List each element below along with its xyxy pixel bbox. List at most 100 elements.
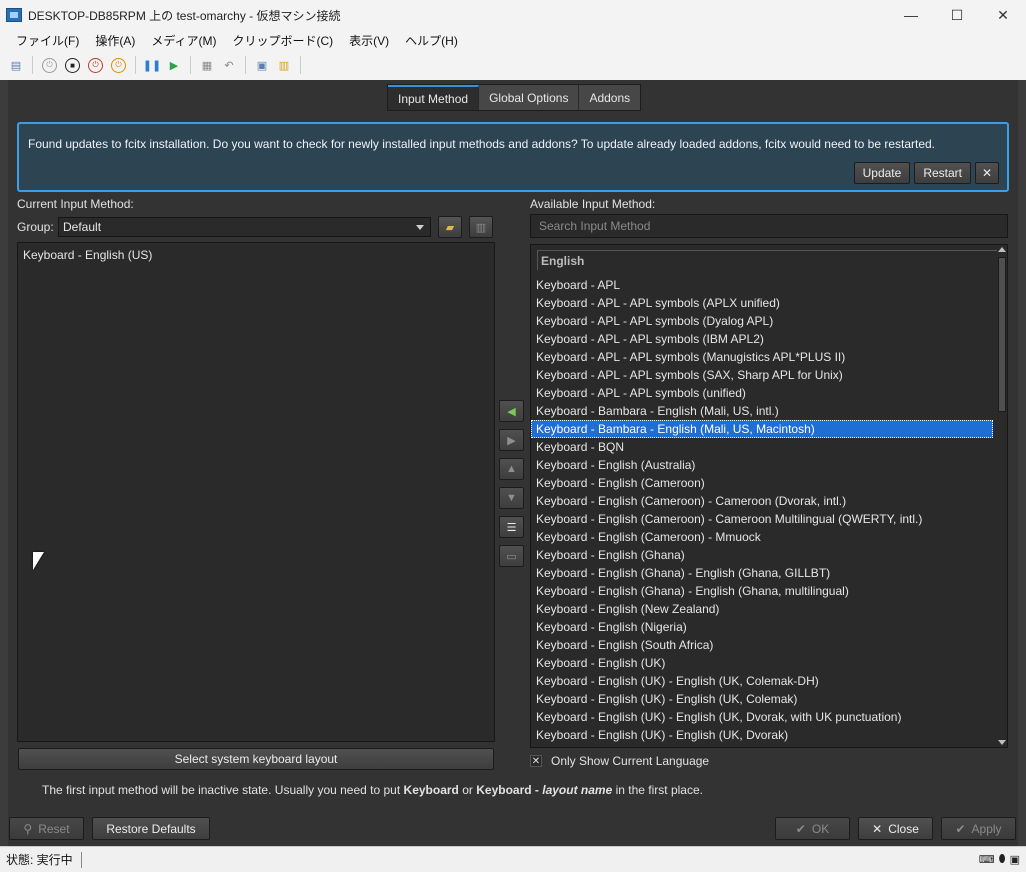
reset-button[interactable]: ⚲ Reset	[9, 817, 84, 840]
list-item[interactable]: Keyboard - English (Cameroon) - Cameroon…	[531, 510, 993, 528]
select-keyboard-layout-button[interactable]: Select system keyboard layout	[18, 748, 494, 770]
ctrl-alt-del-icon[interactable]: ▤	[7, 56, 25, 74]
list-item[interactable]: Keyboard - English (New Zealand)	[531, 600, 993, 618]
tab-global-options[interactable]: Global Options	[479, 85, 580, 110]
trash-icon: ▥	[475, 221, 487, 234]
maximize-button[interactable]: ☐	[934, 0, 980, 30]
add-group-button[interactable]: ▰	[438, 216, 462, 238]
group-select-value: Default	[63, 220, 102, 234]
update-button[interactable]: Update	[853, 162, 911, 184]
enhanced-session-icon[interactable]: ▣	[253, 56, 271, 74]
note-bold: Keyboard -	[476, 783, 543, 797]
close-window-button[interactable]: ✕	[980, 0, 1026, 30]
share-icon[interactable]: ▥	[275, 56, 293, 74]
list-item[interactable]: Keyboard - APL - APL symbols (SAX, Sharp…	[531, 366, 993, 384]
only-current-language-label[interactable]: Only Show Current Language	[551, 754, 709, 768]
list-item[interactable]: Keyboard - English (UK)	[531, 654, 993, 672]
move-down-button[interactable]: ▼	[499, 487, 524, 509]
start-icon[interactable]: ⏻	[42, 57, 57, 73]
close-icon: ✕	[872, 821, 883, 836]
pause-icon[interactable]: ❚❚	[143, 56, 161, 74]
status-text: 状態: 実行中	[6, 853, 73, 867]
note-italic: layout name	[542, 783, 613, 797]
list-item[interactable]: Keyboard - APL - APL symbols (Manugistic…	[531, 348, 993, 366]
add-im-button[interactable]: ◀	[499, 400, 524, 422]
mouse-icon: ⬮	[998, 853, 1006, 865]
list-item[interactable]: Keyboard - Bambara - English (Mali, US, …	[531, 402, 993, 420]
keyboard-layout-button[interactable]: ▭	[499, 545, 524, 567]
dismiss-banner-button[interactable]: ✕	[975, 162, 999, 184]
list-item[interactable]: Keyboard - English (Ghana) - English (Gh…	[531, 582, 993, 600]
note-text: in the first place.	[612, 783, 703, 797]
apply-label: Apply	[971, 821, 1002, 836]
list-item[interactable]: Keyboard - English (Cameroon) - Cameroon…	[531, 492, 993, 510]
save-state-icon[interactable]: ⏻	[111, 57, 126, 73]
revert-icon[interactable]: ↶	[220, 56, 238, 74]
move-up-button[interactable]: ▲	[499, 458, 524, 480]
shutdown-icon[interactable]: ⏻	[88, 57, 103, 73]
settings-list-icon: ☰	[506, 521, 517, 534]
available-im-list[interactable]: English Keyboard - APL Keyboard - APL - …	[530, 244, 1008, 748]
vertical-scrollbar[interactable]	[997, 245, 1007, 747]
list-item[interactable]: Keyboard - English (Australia)	[531, 456, 993, 474]
resume-icon[interactable]: ▶	[165, 56, 183, 74]
check-icon: ✔	[955, 821, 966, 836]
keyboard-icon: ▭	[506, 550, 517, 563]
list-item[interactable]: Keyboard - APL - APL symbols (unified)	[531, 384, 993, 402]
menu-clipboard[interactable]: クリップボード(C)	[224, 32, 341, 49]
dialog-button-bar: ⚲ Reset Restore Defaults ✔ OK ✕ Close ✔ Appl…	[8, 813, 1018, 846]
ok-button[interactable]: ✔ OK	[775, 817, 850, 840]
configure-im-button[interactable]: ☰	[499, 516, 524, 538]
note-text: or	[458, 783, 477, 797]
list-item[interactable]: Keyboard - English (Nigeria)	[531, 618, 993, 636]
list-item[interactable]: Keyboard - English (US)	[18, 243, 494, 267]
list-item-selected[interactable]: Keyboard - Bambara - English (Mali, US, …	[531, 420, 993, 438]
restore-defaults-button[interactable]: Restore Defaults	[92, 817, 210, 840]
apply-button[interactable]: ✔ Apply	[941, 817, 1016, 840]
list-item[interactable]: Keyboard - English (UK) - English (UK, C…	[531, 672, 993, 690]
current-im-list[interactable]: Keyboard - English (US)	[17, 242, 495, 742]
list-item[interactable]: Keyboard - English (Cameroon)	[531, 474, 993, 492]
list-item[interactable]: Keyboard - APL - APL symbols (IBM APL2)	[531, 330, 993, 348]
search-input[interactable]: Search Input Method	[530, 214, 1008, 238]
window-title: DESKTOP-DB85RPM 上の test-omarchy - 仮想マシン接…	[28, 8, 341, 23]
list-item[interactable]: Keyboard - English (UK) - English (UK, C…	[531, 690, 993, 708]
group-select[interactable]: Default	[58, 217, 431, 237]
chevron-down-icon	[416, 225, 424, 230]
menu-view[interactable]: 表示(V)	[341, 32, 397, 49]
list-item[interactable]: Keyboard - English (Ghana) - English (Gh…	[531, 564, 993, 582]
list-item[interactable]: Keyboard - APL	[531, 276, 993, 294]
mouse-cursor-icon	[33, 552, 44, 570]
menu-bar: ファイル(F) 操作(A) メディア(M) クリップボード(C) 表示(V) ヘ…	[0, 30, 1026, 50]
tab-bar: Input Method Global Options Addons	[387, 84, 642, 111]
list-item[interactable]: Keyboard - BQN	[531, 438, 993, 456]
turn-off-icon[interactable]: ■	[65, 57, 80, 73]
menu-help[interactable]: ヘルプ(H)	[397, 32, 466, 49]
menu-media[interactable]: メディア(M)	[143, 32, 224, 49]
list-item[interactable]: Keyboard - English (UK) - English (UK, D…	[531, 708, 993, 726]
list-item[interactable]: Keyboard - English (South Africa)	[531, 636, 993, 654]
category-header: English	[537, 250, 1003, 270]
list-item[interactable]: Keyboard - APL - APL symbols (Dyalog APL…	[531, 312, 993, 330]
scroll-up-icon[interactable]	[998, 247, 1006, 252]
list-item[interactable]: Keyboard - English (Ghana)	[531, 546, 993, 564]
scroll-down-icon[interactable]	[998, 740, 1006, 745]
remove-im-button[interactable]: ▶	[499, 429, 524, 451]
menu-file[interactable]: ファイル(F)	[8, 32, 87, 49]
list-item[interactable]: Keyboard - English (UK) - English (UK, D…	[531, 726, 993, 744]
banner-message: Found updates to fcitx installation. Do …	[28, 137, 936, 151]
scroll-thumb[interactable]	[998, 257, 1006, 412]
list-item[interactable]: Keyboard - APL - APL symbols (APLX unifi…	[531, 294, 993, 312]
only-current-language-checkbox[interactable]: ✕	[530, 755, 542, 767]
ok-label: OK	[811, 821, 830, 836]
checkpoint-icon[interactable]: ▦	[198, 56, 216, 74]
fcitx-config-dialog: Input Method Global Options Addons Found…	[8, 80, 1018, 846]
tab-addons[interactable]: Addons	[579, 85, 640, 110]
tab-input-method[interactable]: Input Method	[388, 85, 480, 110]
delete-group-button[interactable]: ▥	[469, 216, 493, 238]
close-button[interactable]: ✕ Close	[858, 817, 933, 840]
restart-button[interactable]: Restart	[914, 162, 971, 184]
minimize-button[interactable]: —	[888, 0, 934, 30]
list-item[interactable]: Keyboard - English (Cameroon) - Mmuock	[531, 528, 993, 546]
menu-action[interactable]: 操作(A)	[87, 32, 143, 49]
